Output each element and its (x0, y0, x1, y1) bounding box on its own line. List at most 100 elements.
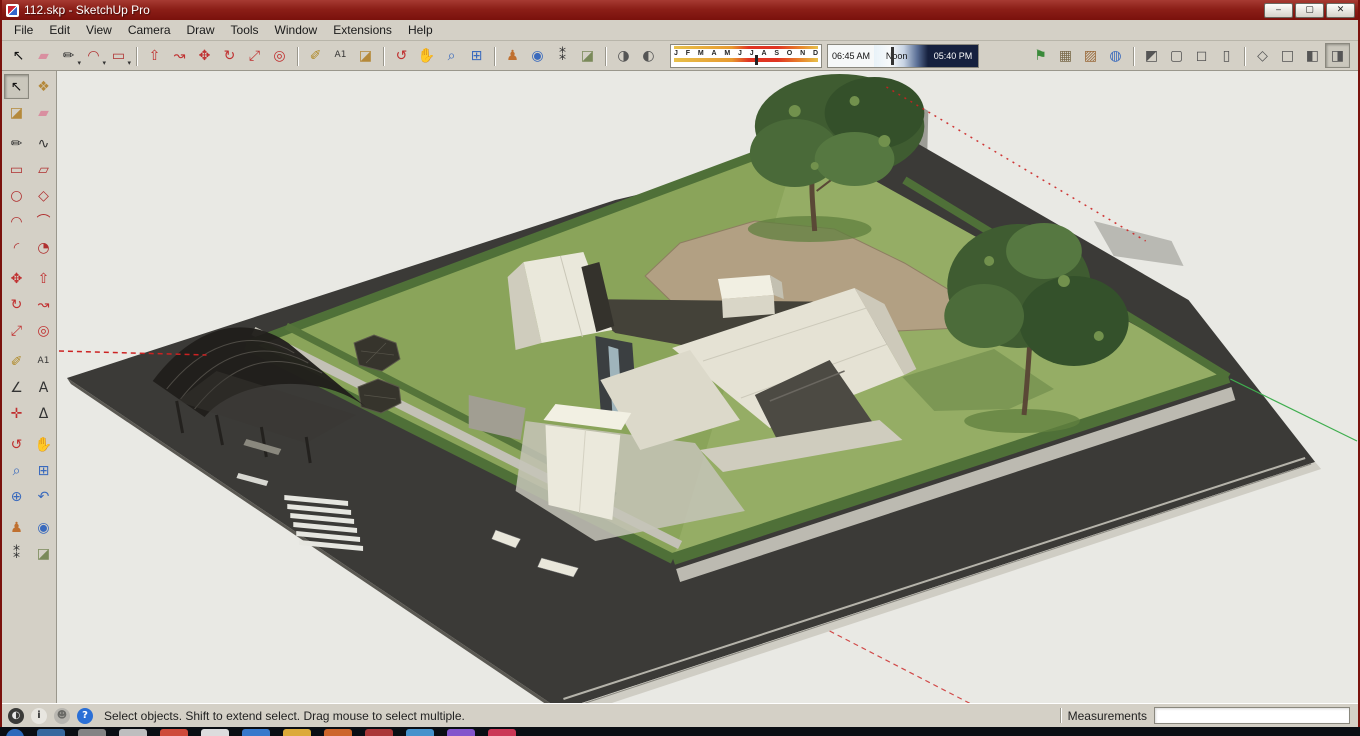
taskbar-app-12[interactable] (488, 729, 516, 736)
offset-tool[interactable]: ◎ (31, 318, 56, 343)
arc-3pt-tool[interactable]: ⌒ (31, 209, 56, 234)
menu-item-extensions[interactable]: Extensions (325, 21, 400, 39)
style-shaded-textures-button[interactable]: ◨ (1325, 43, 1350, 68)
circle-tool[interactable]: ○ (4, 183, 29, 208)
rotated-rectangle-tool[interactable]: ▱ (31, 157, 56, 182)
line-tool[interactable]: ✏ (4, 131, 29, 156)
menu-item-help[interactable]: Help (400, 21, 441, 39)
taskbar-app-5[interactable] (201, 729, 229, 736)
menu-item-camera[interactable]: Camera (120, 21, 179, 39)
zoom-window-tool[interactable]: ⊞ (464, 43, 489, 68)
style-hidden-line-button[interactable]: □ (1275, 43, 1300, 68)
maximize-button[interactable]: ▢ (1295, 2, 1324, 18)
start-button[interactable] (6, 729, 24, 736)
select-tool[interactable]: ↖ (6, 43, 31, 68)
shadow-settings-button[interactable]: ◑ (605, 43, 636, 68)
zoom-window-tool[interactable]: ⊞ (31, 458, 56, 483)
dimension-tool[interactable]: A1 (31, 349, 56, 374)
viewport[interactable] (57, 71, 1358, 703)
text-tool[interactable]: A (31, 375, 56, 400)
zoom-extents-tool[interactable]: ⊕ (4, 484, 29, 509)
taskbar-app-7[interactable] (283, 729, 311, 736)
close-button[interactable]: ✕ (1326, 2, 1355, 18)
menu-item-draw[interactable]: Draw (179, 21, 223, 39)
shadow-month-slider[interactable]: JFMAMJJASOND (670, 43, 822, 68)
zoom-tool[interactable]: ⌕ (4, 458, 29, 483)
help-icon[interactable]: ? (77, 707, 93, 724)
view-front-button[interactable]: ◻ (1189, 43, 1214, 68)
select-tool[interactable]: ↖ (4, 74, 29, 99)
follow-me-tool[interactable]: ↝ (31, 292, 56, 317)
photo-textures-button[interactable]: ▨ (1078, 43, 1103, 68)
rotate-tool[interactable]: ↻ (4, 292, 29, 317)
measurements-input[interactable] (1154, 707, 1350, 724)
preview-earth-button[interactable]: ◍ (1103, 43, 1128, 68)
look-around-tool[interactable]: ◉ (525, 43, 550, 68)
month-slider-handle[interactable] (755, 54, 758, 65)
style-wireframe-button[interactable]: ◇ (1244, 43, 1275, 68)
orbit-tool[interactable]: ↺ (4, 432, 29, 457)
3d-text-tool[interactable]: Δ (31, 401, 56, 426)
axes-tool[interactable]: ✛ (4, 401, 29, 426)
taskbar-app-3[interactable] (119, 729, 147, 736)
offset-tool[interactable]: ◎ (267, 43, 292, 68)
eraser-tool[interactable]: ▰ (31, 43, 56, 68)
scale-tool[interactable]: ⤢ (4, 318, 29, 343)
taskbar-app-8[interactable] (324, 729, 352, 736)
push-pull-tool[interactable]: ⇧ (31, 266, 56, 291)
arc-tools[interactable]: ◠ (81, 43, 106, 68)
push-pull-tool[interactable]: ⇧ (136, 43, 167, 68)
walk-tool[interactable]: ⁑ (4, 541, 29, 566)
move-tool[interactable]: ✥ (192, 43, 217, 68)
tape-measure-tool[interactable]: ✐ (4, 349, 29, 374)
menu-item-window[interactable]: Window (267, 21, 326, 39)
walk-tool[interactable]: ⁑ (550, 43, 575, 68)
pan-tool[interactable]: ✋ (414, 43, 439, 68)
toggle-terrain-button[interactable]: ▦ (1053, 43, 1078, 68)
protractor-tool[interactable]: ∠ (4, 375, 29, 400)
shape-tools[interactable]: ▭ (106, 43, 131, 68)
rectangle-tool[interactable]: ▭ (4, 157, 29, 182)
arc-2pt-tool[interactable]: ◠ (4, 209, 29, 234)
month-gradient-track[interactable] (674, 57, 818, 62)
signin-avatar-icon[interactable]: ☻ (54, 707, 70, 724)
taskbar-app-9[interactable] (365, 729, 393, 736)
menu-item-tools[interactable]: Tools (223, 21, 267, 39)
credits-icon[interactable]: i (31, 707, 47, 724)
taskbar-app-1[interactable] (37, 729, 65, 736)
polygon-tool[interactable]: ◇ (31, 183, 56, 208)
make-component-tool[interactable]: ❖ (31, 74, 56, 99)
tape-measure-tool[interactable]: ✐ (297, 43, 328, 68)
time-slider-track[interactable]: Noon (874, 44, 928, 67)
time-slider-handle[interactable] (891, 46, 895, 65)
arc-tool[interactable]: ◜ (4, 235, 29, 260)
view-iso-button[interactable]: ◩ (1133, 43, 1164, 68)
position-camera-tool[interactable]: ♟ (4, 515, 29, 540)
previous-view-tool[interactable]: ↶ (31, 484, 56, 509)
look-around-tool[interactable]: ◉ (31, 515, 56, 540)
section-plane-tool[interactable]: ◪ (31, 541, 56, 566)
section-plane-tool[interactable]: ◪ (575, 43, 600, 68)
eraser-tool[interactable]: ▰ (31, 100, 56, 125)
shadow-time-slider[interactable]: 06:45 AM Noon 05:40 PM (827, 43, 979, 68)
dimension-tool[interactable]: A1 (328, 43, 353, 68)
line-tool[interactable]: ✏ (56, 43, 81, 68)
position-camera-tool[interactable]: ♟ (494, 43, 525, 68)
move-tool[interactable]: ✥ (4, 266, 29, 291)
view-right-button[interactable]: ▯ (1214, 43, 1239, 68)
geolocation-icon[interactable]: ◐ (8, 707, 24, 724)
rotate-tool[interactable]: ↻ (217, 43, 242, 68)
zoom-tool[interactable]: ⌕ (439, 43, 464, 68)
view-top-button[interactable]: ▢ (1164, 43, 1189, 68)
taskbar-app-2[interactable] (78, 729, 106, 736)
follow-me-tool[interactable]: ↝ (167, 43, 192, 68)
shadow-toggle-button[interactable]: ◐ (636, 43, 661, 68)
paint-bucket-tool[interactable]: ◪ (353, 43, 378, 68)
taskbar-app-6[interactable] (242, 729, 270, 736)
taskbar-app-11[interactable] (447, 729, 475, 736)
paint-bucket-tool[interactable]: ◪ (4, 100, 29, 125)
scale-tool[interactable]: ⤢ (242, 43, 267, 68)
taskbar-app-10[interactable] (406, 729, 434, 736)
minimize-button[interactable]: ‒ (1264, 2, 1293, 18)
orbit-tool[interactable]: ↺ (383, 43, 414, 68)
